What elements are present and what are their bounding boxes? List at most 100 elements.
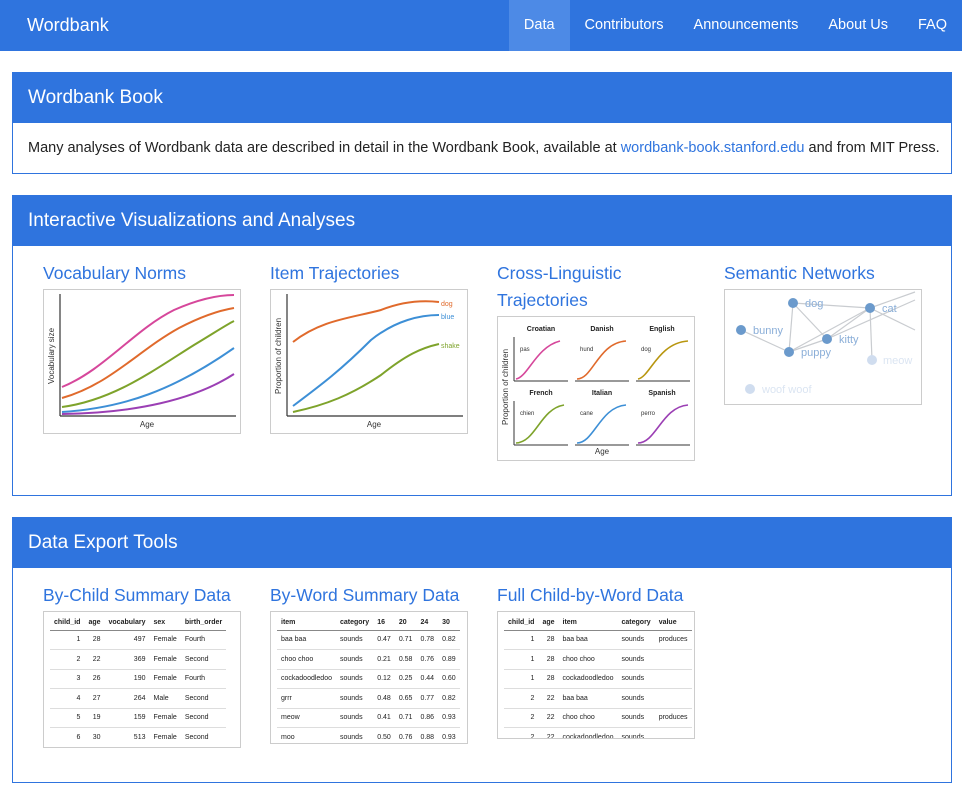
table-cell: sounds <box>336 708 374 728</box>
table-cell: produces <box>654 708 692 728</box>
table-cell: 2 <box>504 688 539 709</box>
export-panel-title: Data Export Tools <box>13 518 951 568</box>
table-cell: sounds <box>617 688 655 709</box>
table-cell: Female <box>149 649 181 670</box>
table-cell: sounds <box>617 727 655 738</box>
book-panel-title: Wordbank Book <box>13 73 951 123</box>
item-trajectories-thumbnail[interactable]: dog blue shake Age Proportion of childre… <box>270 289 468 434</box>
table-row: baa baa sounds 0.47 0.71 0.78 0.82 <box>277 630 460 650</box>
table-cell: 0.21 <box>373 649 395 670</box>
table-cell: sounds <box>336 727 374 743</box>
table-cell: 2 <box>504 727 539 738</box>
table-row: choo choo sounds 0.21 0.58 0.76 0.89 <box>277 649 460 670</box>
book-text-after: and from MIT Press. <box>804 140 940 156</box>
table-cell: 4 <box>50 688 85 709</box>
table-cell: 0.44 <box>416 669 439 689</box>
nav-contributors[interactable]: Contributors <box>570 0 679 51</box>
table-cell: 369 <box>104 649 150 670</box>
brand-logo[interactable]: Wordbank <box>27 15 109 36</box>
table-cell: 0.82 <box>438 630 460 650</box>
cross-linguistic-thumbnail[interactable]: Proportion of children Age Croatian Dani… <box>497 316 695 461</box>
table-cell: 1 <box>50 630 85 650</box>
table-row: meow sounds 0.41 0.71 0.86 0.93 <box>277 708 460 728</box>
semantic-networks-thumbnail[interactable]: dog cat bunny kitty puppy meow woof woof <box>724 289 922 405</box>
table-header-cell: age <box>84 616 105 631</box>
item-trajectories-link[interactable]: Item Trajectories <box>270 260 468 287</box>
table-header-cell: birth_order <box>180 616 227 631</box>
nav-faq[interactable]: FAQ <box>903 0 962 51</box>
table-cell: 19 <box>84 708 105 728</box>
table-cell: Female <box>149 630 181 650</box>
node-label-puppy: puppy <box>801 347 831 359</box>
item-label-dog: dog <box>441 301 453 308</box>
book-panel: Wordbank Book Many analyses of Wordbank … <box>12 72 952 174</box>
table-header-cell: category <box>617 616 655 631</box>
table-row: 2 22 choo choo sounds produces <box>504 708 692 728</box>
table-header-cell: child_id <box>50 616 85 631</box>
table-header-cell: child_id <box>504 616 539 631</box>
table-cell: sounds <box>336 688 374 709</box>
viz-panel-title: Interactive Visualizations and Analyses <box>13 196 951 246</box>
full-child-by-word-table-thumbnail[interactable]: child_id age item category value 1 28 baa baa so… <box>497 611 695 739</box>
cross-linguistic-xlabel: Age <box>595 447 610 456</box>
node-label-cat: cat <box>882 303 897 315</box>
by-word-table-thumbnail[interactable]: item category 16 20 24 30 baa baa sounds 0.47 0.7… <box>270 611 468 744</box>
tile-item-trajectories: Item Trajectories dog blue shake Age Pro… <box>270 260 468 434</box>
table-row: 1 28 choo choo sounds <box>504 649 692 670</box>
table-cell: 190 <box>104 669 150 689</box>
by-word-table: item category 16 20 24 30 baa baa sounds 0.47 0.7… <box>277 616 460 743</box>
node-meow <box>867 355 877 365</box>
semantic-networks-link[interactable]: Semantic Networks <box>724 260 922 287</box>
table-row: 1 28 baa baa sounds produces <box>504 630 692 650</box>
table-cell: 0.76 <box>416 649 439 670</box>
nav-data[interactable]: Data <box>508 0 570 51</box>
table-cell: choo choo <box>277 649 336 670</box>
table-cell: Male <box>149 688 181 709</box>
table-row: 2 22 369 Female Second <box>50 649 227 670</box>
table-cell: 0.93 <box>438 708 460 728</box>
trajectory-dog <box>292 300 440 343</box>
word-english: dog <box>641 347 651 353</box>
by-child-link[interactable]: By-Child Summary Data <box>43 582 241 609</box>
table-cell: 0.25 <box>394 669 417 689</box>
full-child-by-word-link[interactable]: Full Child-by-Word Data <box>497 582 695 609</box>
by-child-table-thumbnail[interactable]: child_id age vocabulary sex birth_order 1 28 49… <box>43 611 241 748</box>
vocabulary-norms-link[interactable]: Vocabulary Norms <box>43 260 241 287</box>
table-row: 5 19 159 Female Second <box>50 708 227 728</box>
table-cell: 0.47 <box>373 630 395 650</box>
table-cell: Second <box>180 708 227 728</box>
table-cell: sounds <box>336 669 374 689</box>
nav-about-us[interactable]: About Us <box>813 0 903 51</box>
table-cell: 28 <box>538 669 559 689</box>
book-link[interactable]: wordbank-book.stanford.edu <box>621 140 805 156</box>
table-cell: 264 <box>104 688 150 709</box>
table-cell: sounds <box>617 669 655 689</box>
word-danish: hund <box>580 347 593 353</box>
table-cell: 0.93 <box>438 727 460 743</box>
table-header-cell: item <box>558 616 618 631</box>
word-spanish: perro <box>641 411 656 417</box>
item-label-blue: blue <box>441 314 454 321</box>
table-cell: sounds <box>336 630 374 650</box>
table-header-cell: 30 <box>438 616 460 631</box>
table-cell: 0.48 <box>373 688 395 709</box>
table-header-cell: age <box>538 616 559 631</box>
table-cell: Second <box>180 649 227 670</box>
nav-announcements[interactable]: Announcements <box>679 0 814 51</box>
table-row: 6 30 513 Female Second <box>50 727 227 747</box>
vocabulary-norms-thumbnail[interactable]: Age Vocabulary size <box>43 289 241 434</box>
viz-panel: Interactive Visualizations and Analyses … <box>12 195 952 496</box>
table-cell: grrr <box>277 688 336 709</box>
table-header-cell: 16 <box>373 616 395 631</box>
table-header-row: child_id age vocabulary sex birth_order <box>50 616 227 631</box>
cross-linguistic-link[interactable]: Cross-Linguistic Trajectories <box>497 260 647 314</box>
table-row: moo sounds 0.50 0.76 0.88 0.93 <box>277 727 460 743</box>
table-cell: 22 <box>538 727 559 738</box>
word-italian: cane <box>580 411 594 417</box>
table-cell: 0.50 <box>373 727 395 743</box>
table-cell: Female <box>149 669 181 689</box>
table-header-row: child_id age item category value <box>504 616 692 631</box>
by-word-link[interactable]: By-Word Summary Data <box>270 582 468 609</box>
table-cell: 2 <box>50 649 85 670</box>
table-cell: 3 <box>50 669 85 689</box>
